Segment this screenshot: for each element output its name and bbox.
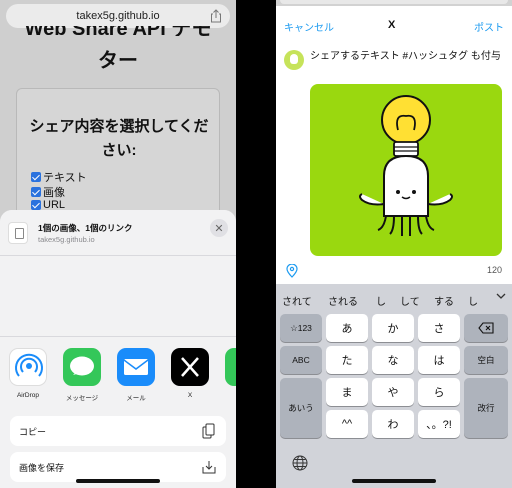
app-label: X [187, 392, 193, 399]
screenshot-root: takex5g.github.io Web Share API デモ ター シェ… [0, 0, 512, 488]
key-kana[interactable]: あいう [280, 378, 322, 438]
save-image-action[interactable]: 画像を保存 [10, 452, 226, 482]
app-messages[interactable]: メッセージ [62, 348, 102, 402]
address-bar[interactable]: takex5g.github.io [6, 4, 230, 28]
sheet-top [276, 0, 512, 6]
space-key[interactable]: 空白 [464, 346, 508, 374]
url-text: takex5g.github.io [76, 10, 160, 22]
candidate-word[interactable]: し [468, 293, 478, 308]
app-partial[interactable] [224, 348, 236, 386]
close-button[interactable]: ✕ [210, 219, 228, 237]
return-key[interactable]: 改行 [464, 378, 508, 438]
key-ka[interactable]: か [372, 314, 414, 342]
app-x[interactable]: X [170, 348, 210, 399]
japanese-keyboard: されて される し して する し ☆123 あ か さ ABC た な は 空… [276, 284, 512, 488]
app-label: AirDrop [16, 392, 40, 399]
key-ya[interactable]: や [372, 378, 414, 406]
save-icon [202, 461, 216, 474]
attached-image[interactable] [310, 84, 502, 256]
key-ha[interactable]: は [418, 346, 460, 374]
app-airdrop[interactable]: AirDrop [8, 348, 48, 399]
share-icon[interactable] [210, 9, 222, 23]
checkbox-icon[interactable] [31, 172, 41, 182]
copy-icon [202, 423, 215, 439]
app-icon-partial [225, 348, 236, 386]
key-ma[interactable]: ま [326, 378, 368, 406]
candidate-word[interactable]: し [376, 293, 386, 308]
avatar [284, 50, 304, 70]
x-compose-screen: キャンセル X ポスト シェアするテキスト #ハッシュタグ も付与 120 され… [276, 0, 512, 488]
key-sa[interactable]: さ [418, 314, 460, 342]
share-sheet-subtitle: takex5g.github.io [38, 235, 95, 244]
home-indicator [352, 479, 436, 483]
candidate-word[interactable]: される [328, 293, 358, 308]
share-sheet-people-area [0, 256, 236, 336]
copy-label: コピー [19, 427, 47, 437]
key-wa[interactable]: わ [372, 410, 414, 438]
checkbox-icon[interactable] [31, 187, 41, 197]
post-button[interactable]: ポスト [474, 19, 504, 34]
safari-share-screen: takex5g.github.io Web Share API デモ ター シェ… [0, 0, 236, 488]
app-label: メール [126, 395, 146, 402]
key-punctuation[interactable]: 、。?! [418, 410, 460, 438]
app-mail[interactable]: メール [116, 348, 156, 402]
checkbox-image[interactable]: 画像 [31, 184, 65, 200]
divider [0, 336, 236, 337]
key-emoticon[interactable]: ^^ [326, 410, 368, 438]
share-sheet-title: 1個の画像、1個のリンク [38, 223, 133, 233]
page-heading: ター [98, 50, 138, 72]
backspace-icon [478, 322, 494, 334]
app-label: メッセージ [65, 395, 99, 402]
tweet-text-input[interactable]: シェアするテキスト #ハッシュタグ も付与 [310, 50, 506, 63]
share-sheet: 1個の画像、1個のリンク takex5g.github.io ✕ AirDrop… [0, 210, 236, 488]
home-indicator [76, 479, 160, 483]
save-image-label: 画像を保存 [19, 463, 65, 473]
copy-action[interactable]: コピー [10, 416, 226, 446]
document-icon [8, 222, 28, 244]
key-symbols[interactable]: ☆123 [280, 314, 322, 342]
delete-key[interactable] [464, 314, 508, 342]
cancel-button[interactable]: キャンセル [284, 19, 334, 34]
checkbox-icon[interactable] [31, 200, 41, 210]
checkbox-text[interactable]: テキスト [31, 169, 87, 185]
share-sheet-header: 1個の画像、1個のリンク takex5g.github.io ✕ [0, 210, 236, 256]
key-na[interactable]: な [372, 346, 414, 374]
key-ra[interactable]: ら [418, 378, 460, 406]
location-icon[interactable] [286, 264, 298, 278]
x-icon [171, 348, 209, 386]
x-logo: X [388, 19, 396, 31]
globe-icon[interactable] [292, 455, 308, 471]
airdrop-icon [9, 348, 47, 386]
key-a[interactable]: あ [326, 314, 368, 342]
key-ta[interactable]: た [326, 346, 368, 374]
character-count: 120 [486, 265, 502, 275]
candidate-word[interactable]: されて [282, 293, 312, 308]
key-abc[interactable]: ABC [280, 346, 322, 374]
mail-icon [117, 348, 155, 386]
candidate-word[interactable]: する [434, 293, 454, 308]
close-icon: ✕ [214, 222, 224, 235]
candidate-word[interactable]: して [400, 293, 420, 308]
page-heading-partial: Web Share API デモ [0, 26, 236, 36]
lightbulb-character [359, 95, 453, 236]
messages-icon [63, 348, 101, 386]
card-title: シェア内容を選択してください: [29, 118, 209, 159]
chevron-down-icon[interactable] [496, 291, 506, 301]
